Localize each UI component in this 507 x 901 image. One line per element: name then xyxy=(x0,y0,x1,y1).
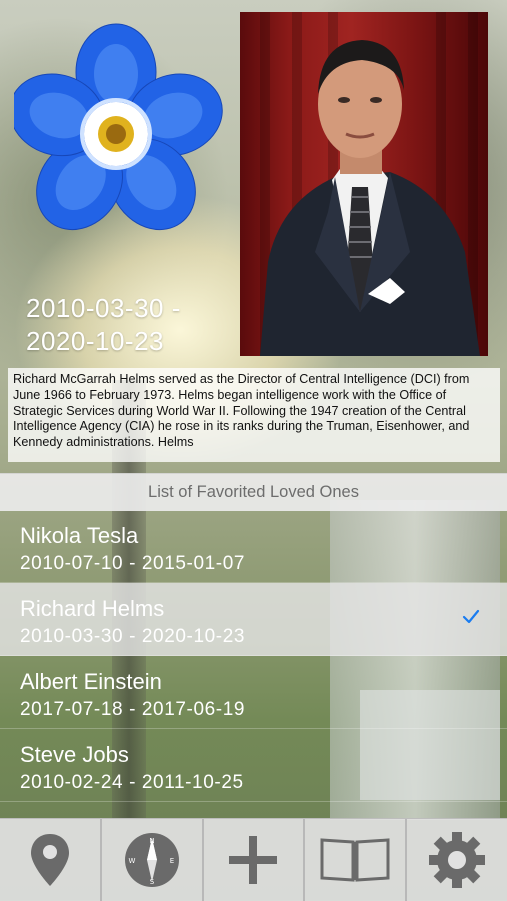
tab-add[interactable] xyxy=(204,819,306,901)
list-item-name: Albert Einstein xyxy=(20,669,162,694)
list-item[interactable]: Albert Einstein 2017-07-18 - 2017-06-19 xyxy=(0,656,507,729)
list-item-name: Nikola Tesla xyxy=(20,523,139,548)
forget-me-not-flower-icon xyxy=(14,23,223,231)
list-item[interactable]: Nikola Tesla 2010-07-10 - 2015-01-07 xyxy=(0,510,507,583)
list-item-name: Steve Jobs xyxy=(20,742,129,767)
compass-letter-e: E xyxy=(169,857,173,865)
favorites-list: Nikola Tesla 2010-07-10 - 2015-01-07 Ric… xyxy=(0,510,507,802)
bottom-tab-bar: N E S W xyxy=(0,818,507,901)
memorial-dates: 2010-03-30 - 2020-10-23 xyxy=(26,292,236,358)
tab-settings[interactable] xyxy=(407,819,507,901)
map-pin-icon xyxy=(30,834,69,886)
list-item-dates: 2010-03-30 - 2020-10-23 xyxy=(20,626,246,647)
list-item-dates: 2010-07-10 - 2015-01-07 xyxy=(20,553,246,574)
compass-letter-w: W xyxy=(128,857,135,865)
tab-guestbook[interactable] xyxy=(305,819,408,901)
list-item-dates: 2010-02-24 - 2011-10-25 xyxy=(20,772,244,793)
compass-icon: N E S W xyxy=(124,833,179,887)
compass-letter-n: N xyxy=(149,837,154,845)
tab-map[interactable] xyxy=(0,819,102,901)
favorites-list-header: List of Favorited Loved Ones xyxy=(0,473,507,511)
book-icon xyxy=(320,838,390,882)
compass-letter-s: S xyxy=(149,878,154,886)
list-item-name: Richard Helms xyxy=(20,596,165,621)
memorial-date-end: 2020-10-23 xyxy=(26,326,164,356)
gear-icon xyxy=(429,832,486,888)
biography-panel[interactable]: Richard McGarrah Helms served as the Dir… xyxy=(8,368,500,462)
checkmark-icon xyxy=(462,609,480,624)
list-item-dates: 2017-07-18 - 2017-06-19 xyxy=(20,699,246,720)
biography-text: Richard McGarrah Helms served as the Dir… xyxy=(13,372,470,450)
portrait-photo xyxy=(240,12,488,356)
memorial-date-start: 2010-03-30 - xyxy=(26,293,181,323)
list-item[interactable]: Richard Helms 2010-03-30 - 2020-10-23 xyxy=(0,583,507,656)
tab-compass[interactable]: N E S W xyxy=(102,819,204,901)
list-item[interactable]: Steve Jobs 2010-02-24 - 2011-10-25 xyxy=(0,729,507,802)
plus-icon xyxy=(229,836,278,884)
